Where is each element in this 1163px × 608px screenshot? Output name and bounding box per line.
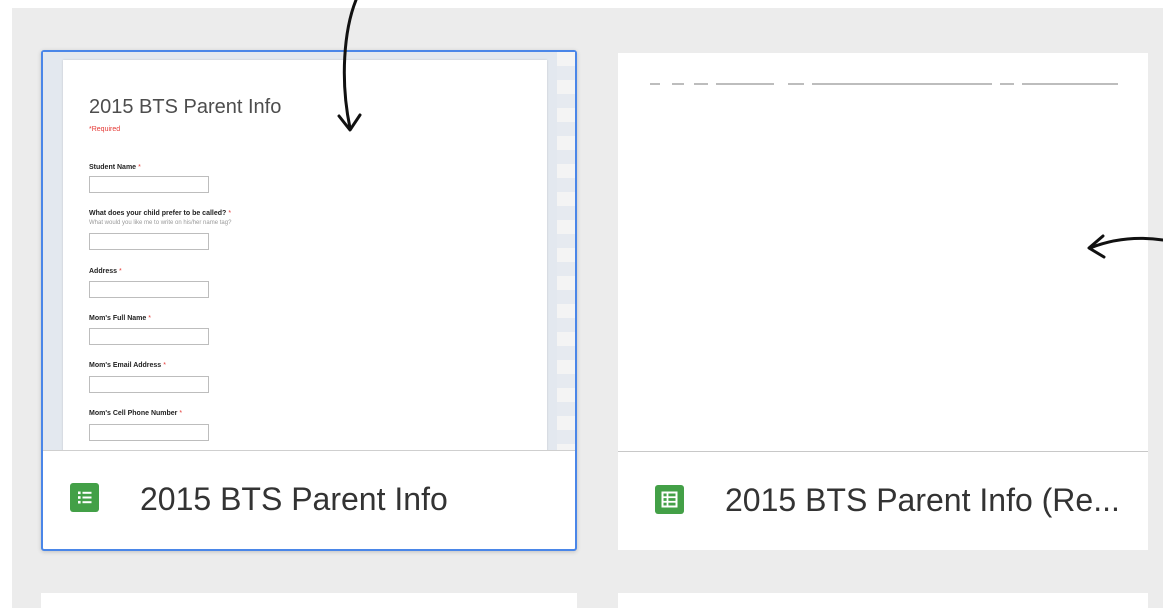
form-question: Mom's Full Name * [89, 315, 152, 322]
file-card-form[interactable]: 2015 BTS Parent Info *Required Student N… [41, 50, 577, 551]
form-answer-box [89, 281, 209, 298]
file-card-partial[interactable] [41, 593, 577, 608]
file-card-sheet[interactable]: 2015 BTS Parent Info (Re... [618, 53, 1148, 550]
file-card-partial[interactable] [618, 593, 1148, 608]
form-question: Student Name * [89, 164, 141, 171]
google-sheets-icon [655, 485, 684, 514]
form-preview-page: 2015 BTS Parent Info *Required Student N… [63, 60, 547, 450]
form-question: What does your child prefer to be called… [89, 210, 232, 217]
file-thumbnail[interactable]: 2015 BTS Parent Info *Required Student N… [43, 52, 575, 451]
google-forms-icon [70, 483, 99, 512]
file-card-footer[interactable]: 2015 BTS Parent Info [43, 451, 575, 549]
form-question: Mom's Cell Phone Number * [89, 410, 183, 417]
file-name[interactable]: 2015 BTS Parent Info [140, 481, 448, 518]
form-answer-box [89, 233, 209, 250]
form-answer-box [89, 328, 209, 345]
file-card-footer[interactable]: 2015 BTS Parent Info (Re... [618, 452, 1148, 550]
file-thumbnail[interactable] [618, 53, 1148, 452]
form-preview-title: 2015 BTS Parent Info [89, 96, 282, 118]
form-question: Mom's Email Address * [89, 362, 166, 369]
form-question-help: What would you like me to write on his/h… [89, 220, 232, 226]
form-required-note: *Required [89, 126, 121, 133]
form-question: Address * [89, 268, 122, 275]
form-answer-box [89, 176, 209, 193]
sheet-preview-header-row [650, 83, 1120, 87]
form-answer-box [89, 376, 209, 393]
file-grid: 2015 BTS Parent Info *Required Student N… [12, 8, 1163, 608]
file-name[interactable]: 2015 BTS Parent Info (Re... [725, 482, 1120, 519]
form-answer-box [89, 424, 209, 441]
preview-edge-strip [557, 52, 575, 450]
